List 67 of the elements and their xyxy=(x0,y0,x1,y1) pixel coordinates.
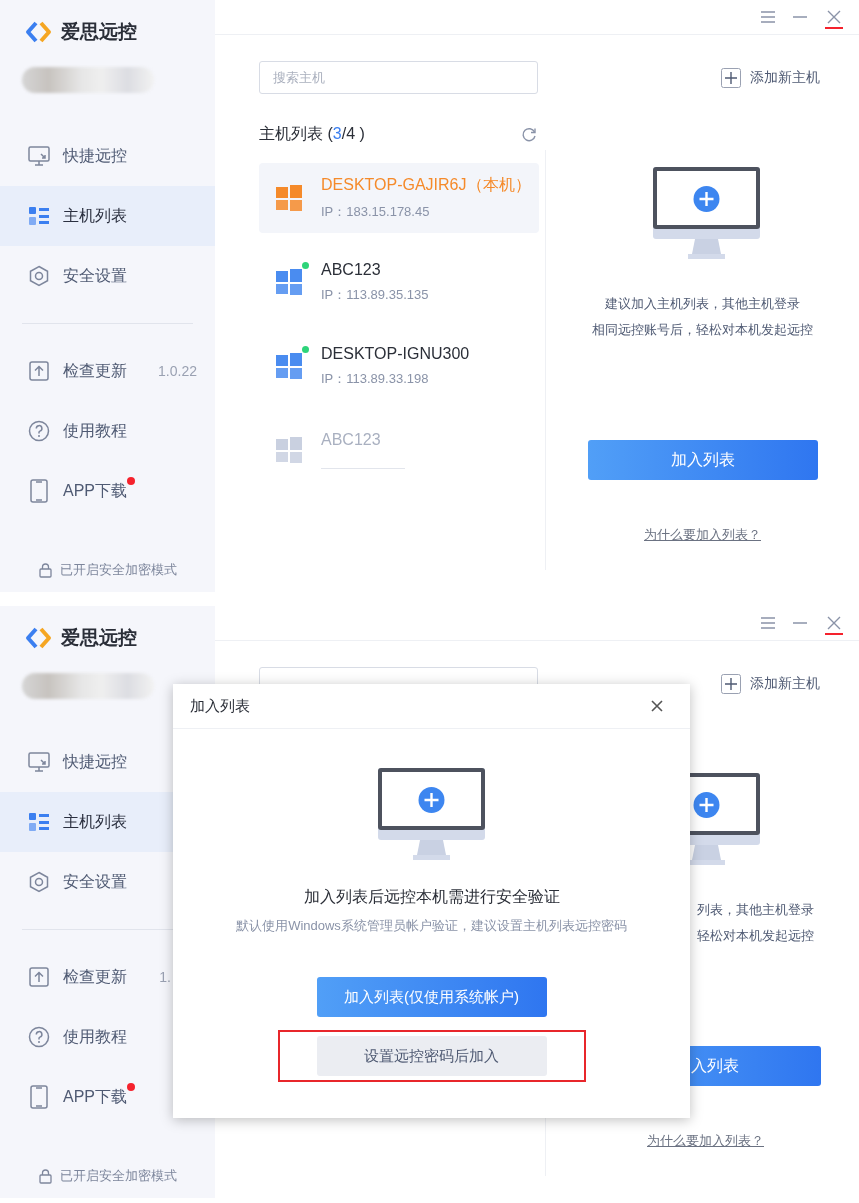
lock-icon xyxy=(38,562,52,578)
host-name: ABC123 xyxy=(321,431,382,449)
close-icon[interactable] xyxy=(827,10,841,25)
shield-icon xyxy=(28,871,50,893)
add-to-list-button[interactable]: 加入列表 xyxy=(587,440,818,480)
dialog-note: 默认使用Windows系统管理员帐户验证，建议设置主机列表远控密码 xyxy=(236,917,627,935)
security-status: 已开启安全加密模式 xyxy=(59,1167,177,1185)
upload-icon xyxy=(29,967,49,987)
host-ip: IP：113.89.35.135 xyxy=(321,285,429,304)
list-icon xyxy=(28,812,50,832)
add-host-link[interactable]: 添加新主机 xyxy=(750,69,820,87)
help-link[interactable]: 为什么要加入列表？ xyxy=(644,526,761,544)
upload-icon xyxy=(29,361,49,381)
close-icon[interactable] xyxy=(827,616,841,631)
list-title: 主机列表 (3/4 ) xyxy=(259,124,365,144)
menu-link[interactable]: APP下载 xyxy=(63,481,127,499)
version-text: 1. xyxy=(159,969,171,985)
app-name: 爱思远控 xyxy=(61,20,137,44)
add-icon[interactable] xyxy=(721,68,741,88)
search-field[interactable]: 搜索主机 xyxy=(259,61,538,94)
menu-link[interactable]: 检查更新 xyxy=(63,361,127,379)
host-ip: IP：183.15.178.45 xyxy=(321,203,431,221)
shield-icon xyxy=(28,265,50,287)
monitor-icon xyxy=(28,146,50,166)
host-name: DESKTOP-IGNU300 xyxy=(321,344,470,363)
host-ip: IP：113.89.33.198 xyxy=(321,369,430,388)
menu-link[interactable]: 使用教程 xyxy=(63,1027,127,1045)
windows-icon xyxy=(276,269,302,295)
windows-icon xyxy=(276,353,302,379)
windows-icon xyxy=(276,437,302,463)
phone-icon xyxy=(30,1085,48,1109)
add-host-link[interactable]: 添加新主机 xyxy=(750,675,820,693)
app-name: 爱思远控 xyxy=(61,626,137,650)
menu-link[interactable]: APP下载 xyxy=(63,1087,127,1105)
menu-icon[interactable] xyxy=(761,11,775,23)
menu-link[interactable]: 使用教程 xyxy=(63,421,127,439)
nav-item[interactable]: 快捷远控 xyxy=(0,126,215,186)
phone-icon xyxy=(30,479,48,503)
help-icon xyxy=(28,420,50,442)
nav-item[interactable]: 安全设置 xyxy=(0,246,215,306)
logo-icon xyxy=(25,627,53,649)
list-icon xyxy=(28,206,50,226)
help-icon xyxy=(28,1026,50,1048)
security-status: 已开启安全加密模式 xyxy=(59,561,177,579)
hint-text: 建议加入主机列表，其他主机登录 相同远控账号后，轻松对本机发起远控 xyxy=(592,295,813,339)
hint-text: 列表，其他主机登录 轻松对本机发起远控 xyxy=(697,901,814,945)
help-link[interactable]: 为什么要加入列表？ xyxy=(647,1132,764,1150)
add-icon[interactable] xyxy=(721,674,741,694)
menu-icon[interactable] xyxy=(761,617,775,629)
windows-icon xyxy=(276,185,302,211)
nav-item[interactable]: 快捷远控 xyxy=(0,732,215,792)
dialog-heading: 加入列表后远控本机需进行安全验证 xyxy=(303,887,560,907)
menu-link[interactable]: 检查更新 xyxy=(63,967,127,985)
lock-icon xyxy=(38,1168,52,1184)
host-name: DESKTOP-GAJIR6J（本机） xyxy=(321,175,531,195)
close-icon[interactable] xyxy=(651,700,663,712)
host-item[interactable]: DESKTOP-IGNU300 IP：113.89.33.198 xyxy=(259,331,539,401)
version-text: 1.0.22 xyxy=(158,363,197,379)
logo-icon xyxy=(25,21,53,43)
nav-item[interactable]: 主机列表 xyxy=(0,186,215,246)
secondary-button[interactable]: 设置远控密码后加入 xyxy=(316,1036,547,1076)
refresh-icon[interactable] xyxy=(521,126,537,143)
nav-item[interactable]: 安全设置 xyxy=(0,852,215,912)
host-item[interactable]: ABC123 IP：113.89.35.135 xyxy=(259,247,539,317)
monitor-icon xyxy=(28,752,50,772)
dialog-title: 加入列表 xyxy=(190,696,250,716)
host-name: ABC123 xyxy=(321,260,382,279)
